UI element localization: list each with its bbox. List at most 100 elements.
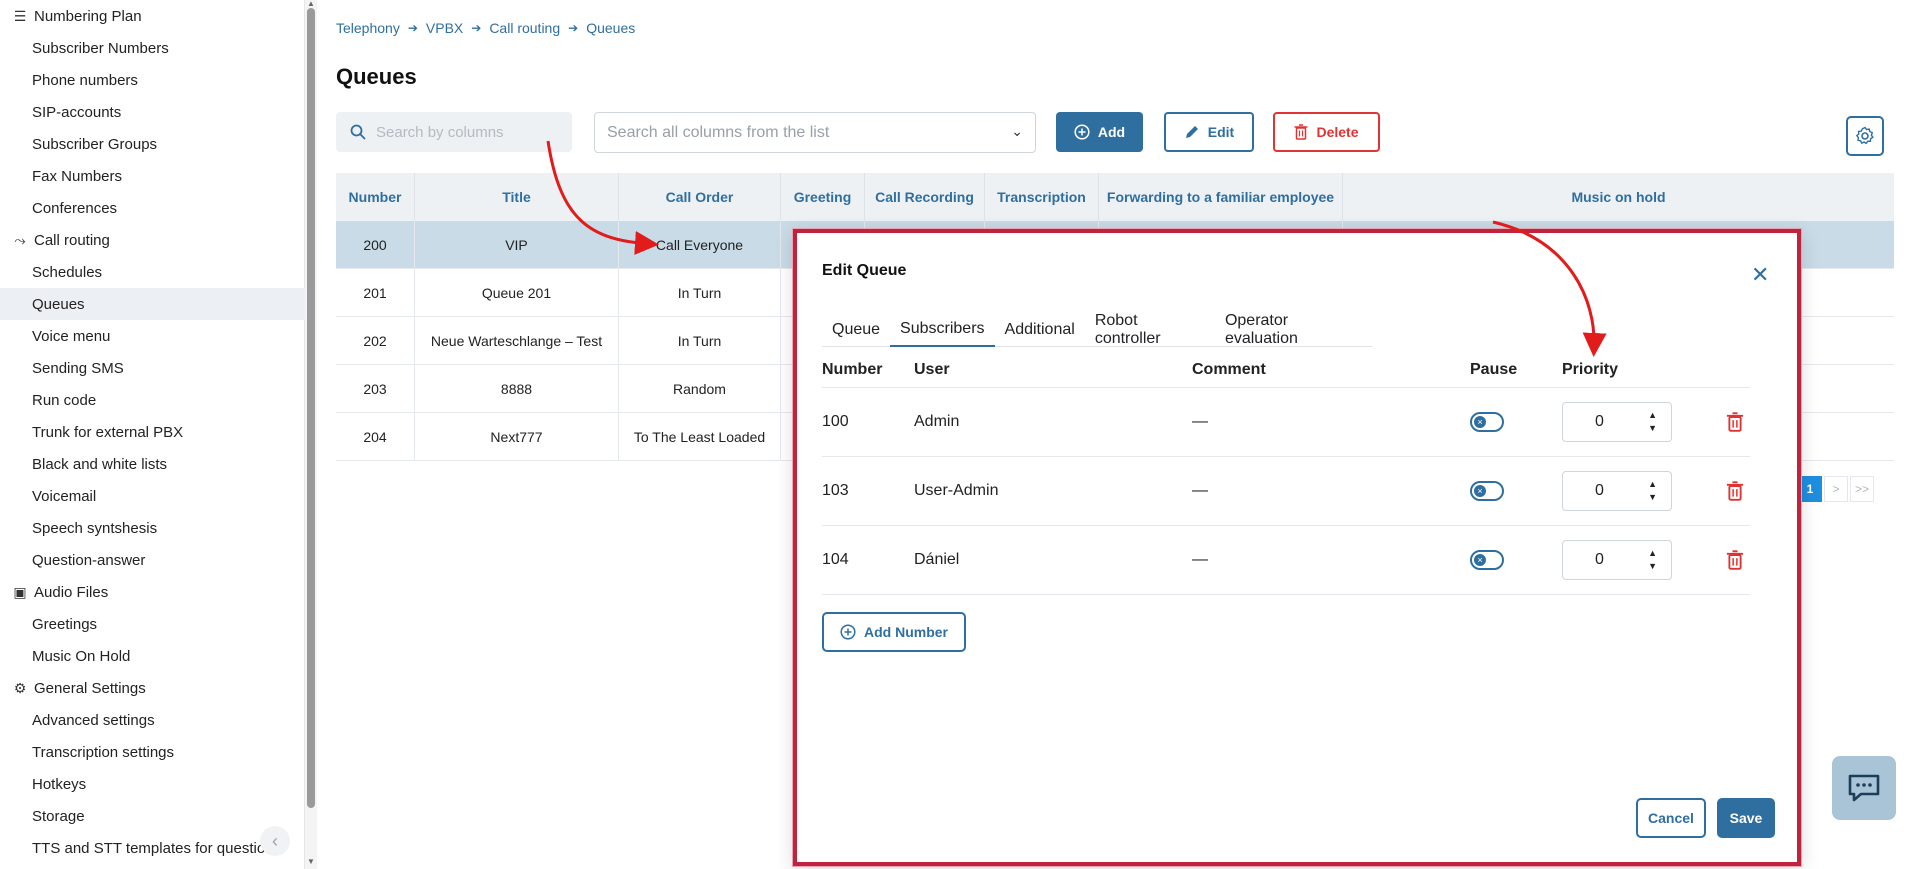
sidebar-item-fax-numbers[interactable]: Fax Numbers [0, 160, 305, 192]
sidebar-scrollbar-thumb[interactable] [307, 8, 315, 808]
collapse-sidebar-button[interactable]: ‹ [260, 826, 290, 856]
chevron-left-icon: ‹ [272, 830, 278, 851]
pause-toggle[interactable]: × [1470, 481, 1504, 501]
breadcrumb-telephony[interactable]: Telephony [336, 20, 400, 36]
edit-button[interactable]: Edit [1164, 112, 1254, 152]
add-button[interactable]: Add [1056, 112, 1143, 152]
stepper-arrows[interactable]: ▲ ▼ [1648, 478, 1657, 504]
chevron-down-icon[interactable]: ▼ [1648, 491, 1657, 504]
column-header-number[interactable]: Number [336, 173, 415, 221]
column-header-call-order[interactable]: Call Order [619, 173, 781, 221]
sidebar-item-voicemail[interactable]: Voicemail [0, 480, 305, 512]
sidebar-item-subscriber-numbers[interactable]: Subscriber Numbers [0, 32, 305, 64]
priority-stepper[interactable]: 0 ▲ ▼ [1562, 471, 1672, 511]
sidebar-item-label: Voice menu [32, 327, 111, 345]
column-header-greeting[interactable]: Greeting [781, 173, 865, 221]
sidebar-item-queues[interactable]: Queues [0, 288, 305, 320]
sidebar-item-phone-numbers[interactable]: Phone numbers [0, 64, 305, 96]
sidebar-item-tts-and-stt-templates-for-question[interactable]: TTS and STT templates for question- [0, 832, 305, 864]
sidebar-item-black-and-white-lists[interactable]: Black and white lists [0, 448, 305, 480]
close-icon[interactable]: ✕ [1751, 264, 1769, 286]
table-settings-button[interactable] [1846, 116, 1884, 156]
sidebar-item-sending-sms[interactable]: Sending SMS [0, 352, 305, 384]
pause-cell: × [1470, 481, 1562, 501]
sidebar-item-storage[interactable]: Storage [0, 800, 305, 832]
trash-icon [1726, 550, 1744, 570]
chevron-down-icon[interactable]: ▼ [1648, 422, 1657, 435]
pause-toggle[interactable]: × [1470, 550, 1504, 570]
column-header-title[interactable]: Title [415, 173, 619, 221]
sidebar-item-label: Black and white lists [32, 455, 168, 473]
delete-subscriber-button[interactable] [1720, 412, 1750, 432]
stepper-arrows[interactable]: ▲ ▼ [1648, 547, 1657, 573]
sidebar-item-speech-syntshesis[interactable]: Speech syntshesis [0, 512, 305, 544]
sidebar-item-call-routing[interactable]: ⤳ Call routing [0, 224, 305, 256]
column-header-call-recording[interactable]: Call Recording [865, 173, 985, 221]
edit-queue-dialog: Edit Queue ✕ Queue Subscribers Additional R… [793, 229, 1801, 866]
next-page-button[interactable]: > [1824, 476, 1848, 502]
chevron-up-icon[interactable]: ▲ [1648, 478, 1657, 491]
column-header-forwarding[interactable]: Forwarding to a familiar employee [1099, 173, 1343, 221]
chevron-up-icon[interactable]: ▲ [1648, 409, 1657, 422]
tab-additional[interactable]: Additional [995, 313, 1085, 347]
chat-button[interactable] [1832, 756, 1896, 820]
pause-toggle[interactable]: × [1470, 412, 1504, 432]
search-box[interactable] [336, 112, 572, 152]
add-number-button[interactable]: Add Number [822, 612, 966, 652]
sidebar-item-trunk-for-external-pbx[interactable]: Trunk for external PBX [0, 416, 305, 448]
tab-operator-evaluation[interactable]: Operator evaluation [1215, 312, 1372, 347]
search-input[interactable] [376, 123, 556, 141]
priority-stepper[interactable]: 0 ▲ ▼ [1562, 540, 1672, 580]
stepper-arrows[interactable]: ▲ ▼ [1648, 409, 1657, 435]
breadcrumb-vpbx[interactable]: VPBX [426, 20, 463, 36]
subscribers-table-body: 100 Admin — × 0 ▲ ▼ 103 User-Admin — × 0 ▲ ▼ 104 Dániel… [822, 388, 1750, 595]
scroll-down-arrow-icon[interactable]: ▼ [306, 858, 316, 866]
save-button[interactable]: Save [1717, 798, 1775, 838]
sidebar-item-hotkeys[interactable]: Hotkeys [0, 768, 305, 800]
sidebar-item-label: Fax Numbers [32, 167, 123, 185]
sidebar-item-music-on-hold[interactable]: Music On Hold [0, 640, 305, 672]
tab-subscribers[interactable]: Subscribers [890, 313, 995, 347]
chevron-up-icon[interactable]: ▲ [1648, 547, 1657, 560]
sidebar-item-label: Schedules [32, 263, 103, 281]
sidebar-item-advanced-settings[interactable]: Advanced settings [0, 704, 305, 736]
delete-button-label: Delete [1316, 124, 1359, 140]
sidebar-item-voice-menu[interactable]: Voice menu [0, 320, 305, 352]
sidebar-item-subscriber-groups[interactable]: Subscriber Groups [0, 128, 305, 160]
subscriber-user: Dániel [914, 551, 960, 568]
breadcrumb-call-routing[interactable]: Call routing [489, 20, 560, 36]
delete-subscriber-button[interactable] [1720, 550, 1750, 570]
sidebar-item-general-settings[interactable]: ⚙ General Settings [0, 672, 305, 704]
col-pause: Pause [1470, 360, 1518, 378]
pagination: 1 > >> [1798, 476, 1874, 502]
sidebar-item-schedules[interactable]: Schedules [0, 256, 305, 288]
subscribers-table-header: Number User Comment Pause Priority [822, 352, 1750, 388]
page-button-current[interactable]: 1 [1798, 476, 1822, 502]
sidebar-item-run-code[interactable]: Run code [0, 384, 305, 416]
add-button-label: Add [1097, 124, 1126, 140]
table-cell-order: Call Everyone [619, 221, 781, 268]
tab-queue[interactable]: Queue [822, 313, 890, 347]
scroll-up-arrow-icon[interactable]: ▲ [306, 0, 316, 8]
arrow-right-icon: ➔ [568, 21, 579, 35]
sidebar-item-sip-accounts[interactable]: SIP-accounts [0, 96, 305, 128]
sidebar-item-numbering-plan[interactable]: ☰ Numbering Plan [0, 0, 305, 32]
delete-subscriber-button[interactable] [1720, 481, 1750, 501]
column-select[interactable]: Search all columns from the list ⌄ [594, 112, 1036, 153]
chevron-down-icon[interactable]: ▼ [1648, 560, 1657, 573]
sidebar-item-conferences[interactable]: Conferences [0, 192, 305, 224]
last-page-button[interactable]: >> [1850, 476, 1874, 502]
breadcrumb-queues[interactable]: Queues [586, 20, 635, 36]
sidebar-item-greetings[interactable]: Greetings [0, 608, 305, 640]
column-header-transcription[interactable]: Transcription [985, 173, 1099, 221]
column-header-music-on-hold[interactable]: Music on hold [1343, 173, 1894, 221]
subscriber-comment: — [1192, 482, 1208, 499]
cancel-button[interactable]: Cancel [1636, 798, 1706, 838]
sidebar-item-label: Music On Hold [32, 647, 131, 665]
sidebar-item-transcription-settings[interactable]: Transcription settings [0, 736, 305, 768]
sidebar-item-audio-files[interactable]: ▣ Audio Files [0, 576, 305, 608]
tab-robot-controller[interactable]: Robot controller [1085, 312, 1215, 347]
priority-stepper[interactable]: 0 ▲ ▼ [1562, 402, 1672, 442]
delete-button[interactable]: Delete [1273, 112, 1380, 152]
sidebar-item-question-answer[interactable]: Question-answer [0, 544, 305, 576]
